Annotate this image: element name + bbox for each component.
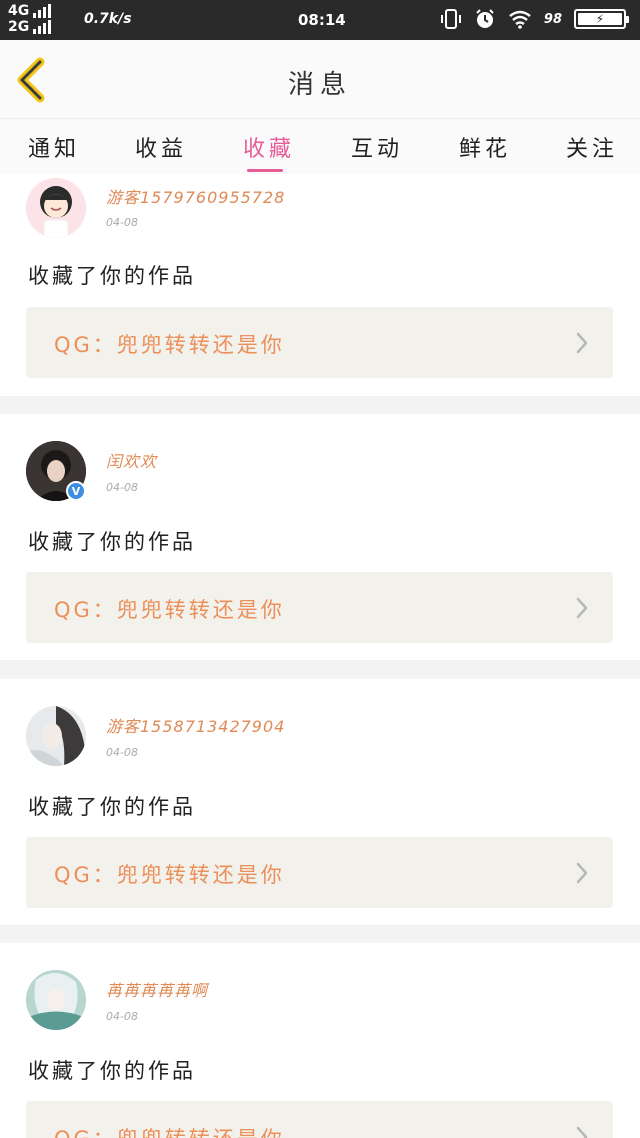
- chevron-right-icon: [576, 862, 588, 884]
- network-indicator: 4G 2G: [8, 3, 52, 35]
- chevron-right-icon: [576, 597, 588, 619]
- list-item: 苒苒苒苒苒啊 04-08 收藏了你的作品 QG：兜兜转转还是你: [0, 943, 640, 1138]
- avatar[interactable]: [26, 706, 86, 766]
- tab-favorites[interactable]: 收藏: [243, 131, 295, 163]
- user-name[interactable]: 游客1558713427904: [106, 713, 285, 737]
- vibrate-icon: [440, 9, 461, 29]
- status-bar: 4G 2G 0.7k/s 08:14 98 ⚡: [0, 0, 640, 40]
- action-text: 收藏了你的作品: [28, 795, 196, 819]
- battery-percent: 98: [543, 11, 562, 27]
- avatar[interactable]: [26, 178, 86, 238]
- message-date: 04-08: [106, 216, 138, 229]
- list-item: V 闰欢欢 04-08 收藏了你的作品 QG：兜兜转转还是你: [0, 414, 640, 660]
- tab-earnings[interactable]: 收益: [135, 131, 187, 163]
- message-date: 04-08: [106, 481, 138, 494]
- tab-notifications[interactable]: 通知: [28, 131, 80, 163]
- list-item: 游客1579760955728 04-08 收藏了你的作品 QG：兜兜转转还是你: [0, 174, 640, 396]
- work-title: QG：兜兜转转还是你: [54, 333, 285, 357]
- work-title: QG：兜兜转转还是你: [54, 863, 285, 887]
- tab-bar: 通知 收益 收藏 互动 鲜花 关注: [0, 118, 640, 174]
- work-link[interactable]: QG：兜兜转转还是你: [26, 1101, 613, 1138]
- user-name[interactable]: 苒苒苒苒苒啊: [106, 977, 208, 1001]
- network-type-top: 4G: [8, 3, 30, 19]
- message-date: 04-08: [106, 1010, 138, 1023]
- battery-icon: ⚡: [574, 9, 629, 29]
- user-name[interactable]: 游客1579760955728: [106, 184, 285, 208]
- alarm-icon: [476, 9, 494, 28]
- message-list[interactable]: 游客1579760955728 04-08 收藏了你的作品 QG：兜兜转转还是你…: [0, 174, 640, 1138]
- work-link[interactable]: QG：兜兜转转还是你: [26, 307, 613, 378]
- action-text: 收藏了你的作品: [28, 264, 196, 288]
- work-title: QG：兜兜转转还是你: [54, 1123, 285, 1138]
- tab-interactions[interactable]: 互动: [351, 131, 403, 163]
- page-title: 消息: [287, 70, 352, 100]
- work-title: QG：兜兜转转还是你: [54, 598, 285, 622]
- signal-icon: [33, 20, 52, 34]
- clock: 08:14: [298, 11, 346, 29]
- tab-flowers[interactable]: 鲜花: [459, 131, 511, 163]
- active-tab-indicator: [247, 169, 283, 172]
- tab-following[interactable]: 关注: [566, 131, 618, 163]
- verified-icon: V: [66, 481, 86, 501]
- signal-icon: [33, 4, 52, 18]
- work-link[interactable]: QG：兜兜转转还是你: [26, 837, 613, 908]
- chevron-right-icon: [576, 332, 588, 354]
- avatar[interactable]: [26, 970, 86, 1030]
- network-speed: 0.7k/s: [84, 11, 132, 27]
- work-link[interactable]: QG：兜兜转转还是你: [26, 572, 613, 643]
- user-name[interactable]: 闰欢欢: [106, 448, 157, 472]
- action-text: 收藏了你的作品: [28, 1059, 196, 1083]
- network-type-bottom: 2G: [8, 19, 30, 35]
- message-date: 04-08: [106, 746, 138, 759]
- nav-header: 消息: [0, 40, 640, 118]
- list-item: 游客1558713427904 04-08 收藏了你的作品 QG：兜兜转转还是你: [0, 679, 640, 925]
- chevron-right-icon: [576, 1126, 588, 1138]
- action-text: 收藏了你的作品: [28, 530, 196, 554]
- wifi-icon: [509, 10, 531, 29]
